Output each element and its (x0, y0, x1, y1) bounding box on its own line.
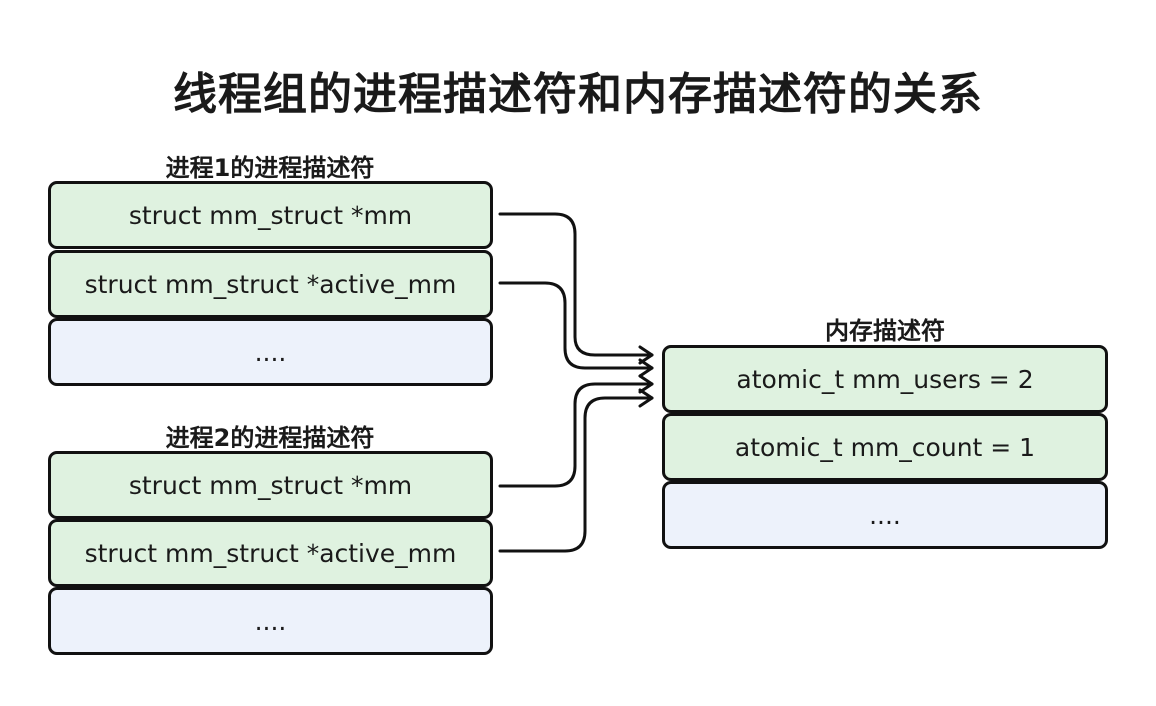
connector-arrows (498, 212, 654, 553)
